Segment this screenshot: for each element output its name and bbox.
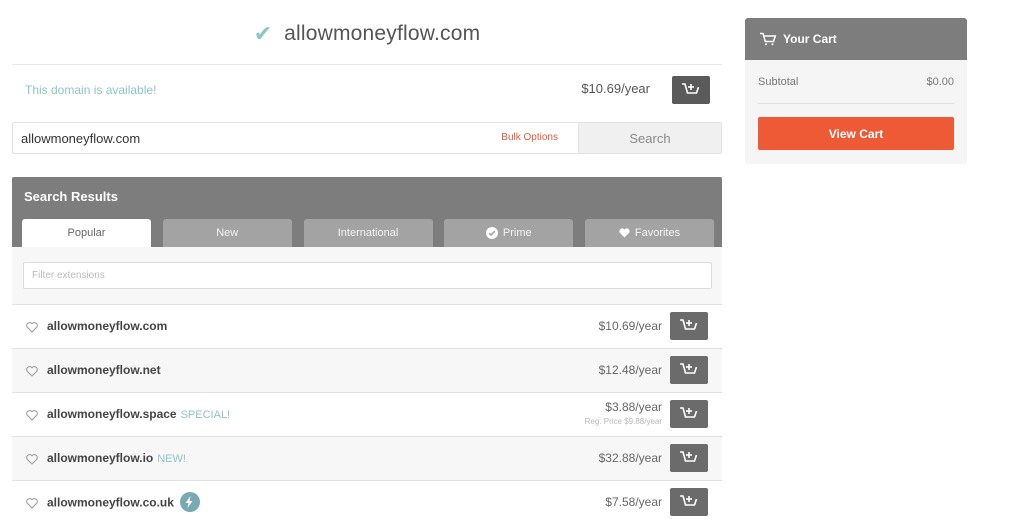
search-bar: allowmoneyflow.com Bulk Options Search	[12, 122, 722, 154]
heart-outline-icon[interactable]	[26, 408, 38, 426]
lightning-icon	[179, 492, 200, 512]
row-price: $3.88/year Reg. Price $9.88/year	[585, 400, 662, 426]
results-tabs: Popular New International Prime Favorite…	[22, 219, 714, 247]
domain-header: ✔ allowmoneyflow.com	[12, 18, 722, 50]
cart-plus-icon	[680, 451, 698, 462]
row-domain-text: allowmoneyflow.io	[47, 451, 154, 465]
availability-price: $10.69/year	[581, 81, 650, 96]
check-circle-icon	[485, 227, 498, 239]
heart-outline-icon[interactable]	[26, 364, 38, 382]
cart-plus-icon	[680, 495, 698, 506]
table-row: allowmoneyflow.co.uk $7.58/year	[12, 480, 722, 524]
row-domain: allowmoneyflow.net	[47, 363, 161, 377]
row-price-text: $3.88/year	[605, 400, 662, 414]
heart-outline-icon[interactable]	[26, 452, 38, 470]
tab-popular[interactable]: Popular	[22, 219, 151, 247]
cart-panel: Your Cart Subtotal $0.00 View Cart	[745, 18, 967, 164]
tab-international[interactable]: International	[303, 219, 433, 247]
divider	[12, 64, 722, 65]
availability-message: This domain is available!	[25, 83, 157, 97]
page-title: allowmoneyflow.com	[284, 22, 481, 45]
row-domain: allowmoneyflow.io NEW!	[47, 451, 186, 465]
cart-icon	[760, 32, 777, 46]
add-to-cart-button[interactable]	[670, 488, 708, 516]
tab-label: Favorites	[634, 227, 681, 239]
table-row: allowmoneyflow.io NEW! $32.88/year	[12, 436, 722, 480]
row-price: $12.48/year	[598, 363, 662, 377]
tab-label: Popular	[67, 227, 106, 239]
search-input[interactable]: allowmoneyflow.com Bulk Options	[13, 123, 578, 153]
special-badge: SPECIAL!	[180, 409, 231, 421]
tab-new[interactable]: New	[162, 219, 292, 247]
row-domain: allowmoneyflow.co.uk	[47, 492, 200, 512]
divider	[758, 103, 954, 104]
add-to-cart-button[interactable]	[670, 400, 708, 428]
row-price: $7.58/year	[605, 495, 662, 509]
cart-title: Your Cart	[783, 32, 837, 46]
heart-icon	[619, 228, 630, 238]
heart-outline-icon[interactable]	[26, 320, 38, 338]
tab-prime[interactable]: Prime	[444, 219, 574, 247]
cart-plus-icon	[682, 83, 700, 94]
heart-outline-icon[interactable]	[26, 496, 38, 514]
availability-row: This domain is available! $10.69/year	[12, 70, 722, 110]
tab-label: International	[337, 227, 399, 239]
row-domain: allowmoneyflow.space SPECIAL!	[47, 407, 230, 421]
row-price: $32.88/year	[598, 451, 662, 465]
cart-plus-icon	[680, 319, 698, 330]
row-domain-text: allowmoneyflow.space	[47, 407, 177, 421]
search-input-value: allowmoneyflow.com	[21, 130, 141, 146]
add-to-cart-button[interactable]	[670, 312, 708, 340]
tab-label: Prime	[502, 227, 532, 239]
row-price: $10.69/year	[598, 319, 662, 333]
add-to-cart-button[interactable]	[672, 76, 710, 104]
filter-area: Filter extensions	[12, 247, 722, 304]
tab-label: New	[216, 227, 239, 239]
bulk-options-link[interactable]: Bulk Options	[501, 132, 558, 143]
checkmark-icon: ✔	[253, 21, 273, 46]
filter-extensions-input[interactable]: Filter extensions	[23, 262, 712, 289]
add-to-cart-button[interactable]	[670, 356, 708, 384]
search-button[interactable]: Search	[578, 123, 721, 153]
row-domain-text: allowmoneyflow.com	[47, 319, 168, 333]
subtotal-label: Subtotal	[758, 76, 799, 88]
table-row: allowmoneyflow.net $12.48/year	[12, 348, 722, 392]
view-cart-button[interactable]: View Cart	[758, 117, 954, 150]
subtotal-value: $0.00	[926, 76, 954, 88]
tab-favorites[interactable]: Favorites	[585, 219, 714, 247]
search-results-panel: Search Results Popular New International…	[12, 177, 722, 247]
table-row: allowmoneyflow.com $10.69/year	[12, 304, 722, 348]
add-to-cart-button[interactable]	[670, 444, 708, 472]
cart-header: Your Cart	[745, 18, 967, 60]
search-results-title: Search Results	[24, 189, 118, 204]
cart-plus-icon	[680, 363, 698, 374]
regular-price: Reg. Price $9.88/year	[584, 417, 662, 426]
new-badge: NEW!	[157, 453, 186, 465]
cart-plus-icon	[680, 407, 698, 418]
row-domain-text: allowmoneyflow.co.uk	[47, 495, 174, 510]
row-domain: allowmoneyflow.com	[47, 319, 167, 333]
row-domain-text: allowmoneyflow.net	[47, 363, 161, 377]
table-row: allowmoneyflow.space SPECIAL! $3.88/year R…	[12, 392, 722, 436]
